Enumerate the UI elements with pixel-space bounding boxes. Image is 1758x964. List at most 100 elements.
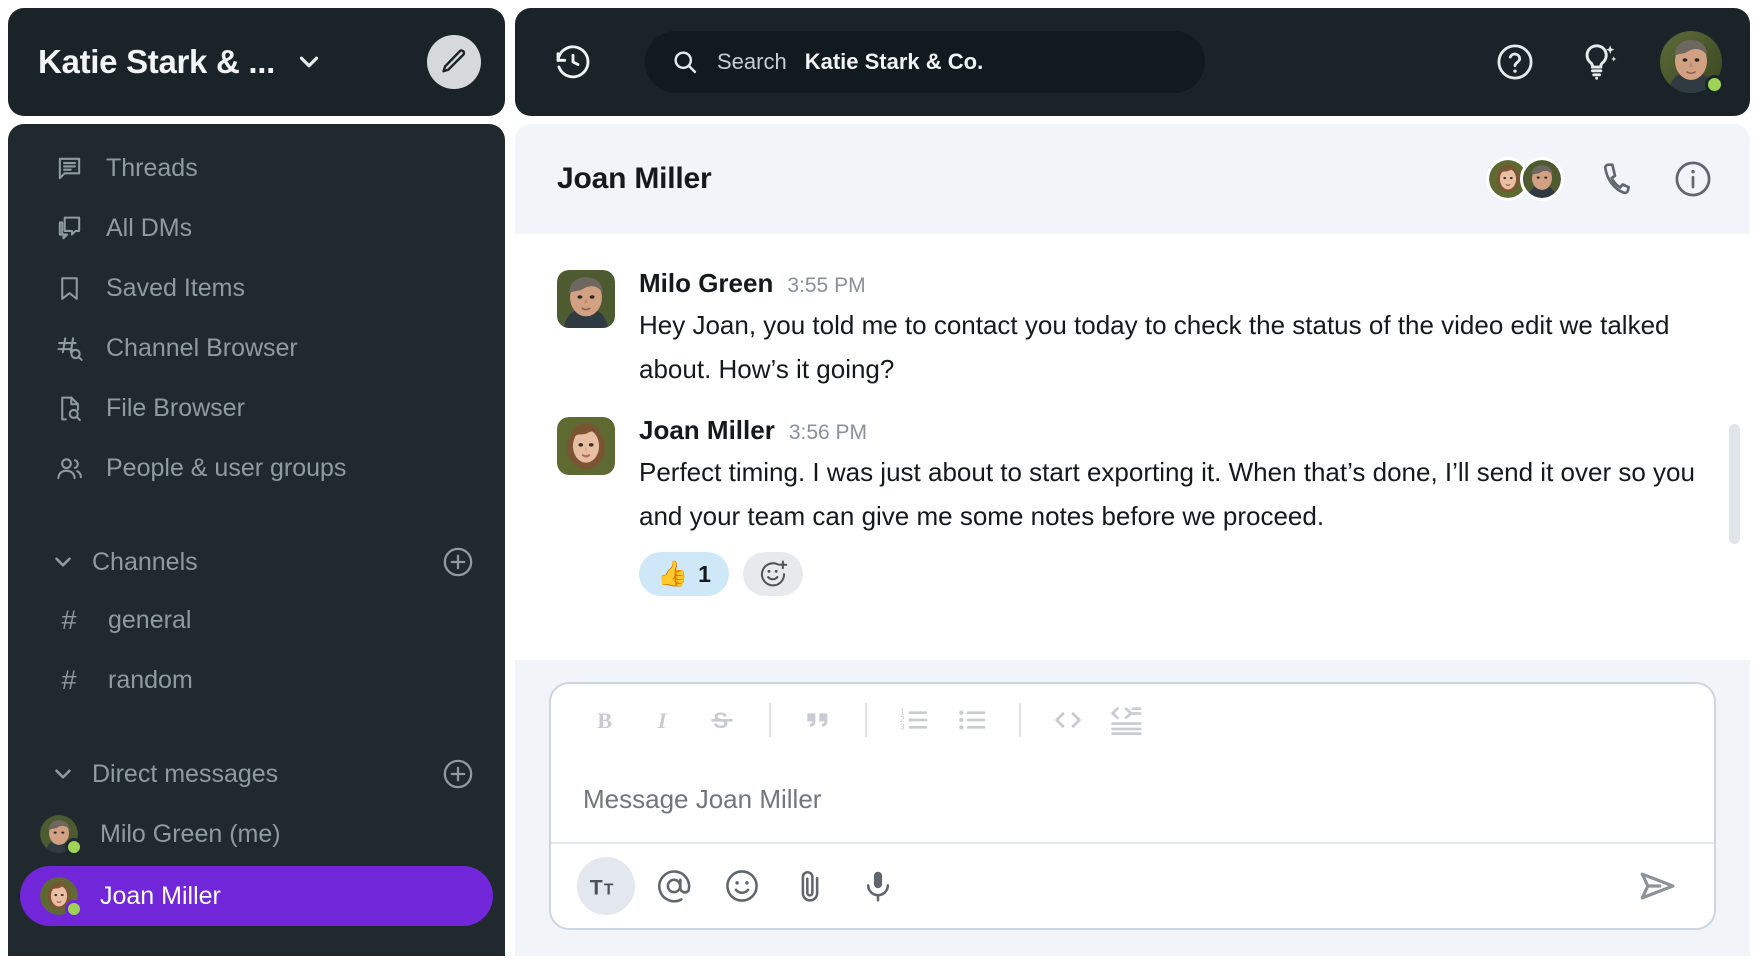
- phone-icon[interactable]: [1598, 159, 1638, 199]
- presence-indicator-online: [65, 900, 83, 918]
- workspace-title: Katie Stark & ...: [38, 43, 275, 80]
- message-meta: Milo Green 3:55 PM: [639, 268, 1714, 299]
- sidebar-item-threads[interactable]: Threads: [8, 138, 505, 198]
- code-block-icon[interactable]: [1099, 693, 1153, 747]
- message-text: Perfect timing. I was just about to star…: [639, 457, 1695, 531]
- direct-messages-section-header[interactable]: Direct messages: [8, 746, 505, 802]
- mention-icon[interactable]: [645, 857, 703, 915]
- svg-text:T: T: [590, 876, 603, 900]
- plus-circle-icon: [443, 759, 473, 789]
- conversation-actions: [1486, 157, 1714, 201]
- add-reaction-button[interactable]: [742, 552, 803, 596]
- reaction-count: 1: [698, 560, 711, 587]
- member-avatars[interactable]: [1486, 157, 1564, 201]
- microphone-icon[interactable]: [849, 857, 907, 915]
- joan-miller-avatar[interactable]: [557, 417, 615, 475]
- sidebar-channel-random[interactable]: # random: [8, 650, 505, 710]
- bold-icon[interactable]: B: [579, 693, 633, 747]
- thumbsup-icon: 👍: [657, 559, 689, 588]
- svg-text:T: T: [604, 882, 614, 899]
- chevron-down-icon[interactable]: [50, 549, 76, 575]
- pencil-icon: [442, 49, 466, 73]
- message-item: Joan Miller 3:56 PM Perfect timing. I wa…: [557, 405, 1714, 610]
- all-dms-icon: [54, 213, 84, 243]
- message-input-placeholder: Message Joan Miller: [583, 783, 822, 814]
- italic-icon[interactable]: I: [637, 693, 691, 747]
- slack-app-window: Katie Stark & ... Search Katie Stark & C…: [0, 0, 1758, 964]
- sidebar-dm-milo-green[interactable]: Milo Green (me): [20, 804, 493, 864]
- search-input[interactable]: Search Katie Stark & Co.: [645, 31, 1205, 93]
- main-panel: Joan Miller Milo Green 3:55 PM Hey Joan,…: [515, 124, 1750, 956]
- lightbulb-sparkle-icon[interactable]: [1576, 40, 1620, 84]
- emoji-icon[interactable]: [713, 857, 771, 915]
- sidebar-item-all-dms[interactable]: All DMs: [8, 198, 505, 258]
- avatar: [40, 877, 83, 918]
- sidebar-item-label: Saved Items: [106, 273, 245, 302]
- info-circle-icon[interactable]: [1672, 158, 1714, 200]
- strikethrough-icon[interactable]: S: [695, 693, 749, 747]
- body-row: Threads All DMs Saved Items Channel Brow…: [0, 124, 1758, 964]
- sidebar-item-label: Channel Browser: [106, 333, 298, 362]
- compose-button[interactable]: [427, 35, 481, 89]
- add-reaction-icon: [760, 560, 788, 587]
- message-author[interactable]: Milo Green: [639, 268, 773, 299]
- presence-indicator-online: [65, 838, 83, 856]
- thumbsup-reaction[interactable]: 👍 1: [639, 552, 729, 596]
- code-icon[interactable]: [1041, 693, 1095, 747]
- question-circle-icon[interactable]: [1494, 41, 1536, 83]
- message-input[interactable]: Message Joan Miller: [551, 756, 1714, 842]
- add-channel-button[interactable]: [441, 545, 475, 579]
- search-placeholder: Search: [717, 49, 787, 74]
- search-scope-label: Katie Stark & Co.: [804, 49, 984, 74]
- threads-icon: [54, 153, 84, 183]
- dm-name: Milo Green (me): [100, 819, 281, 848]
- message-body: Milo Green 3:55 PM Hey Joan, you told me…: [639, 268, 1714, 391]
- conversation-header: Joan Miller: [515, 124, 1750, 234]
- message-reactions: 👍 1: [639, 552, 1714, 596]
- bookmark-icon: [54, 273, 84, 303]
- direct-messages-section-label: Direct messages: [92, 759, 279, 788]
- channel-search-icon: [54, 333, 84, 363]
- hash-icon: #: [61, 604, 77, 635]
- sidebar-item-saved-items[interactable]: Saved Items: [8, 258, 505, 318]
- blockquote-icon[interactable]: [791, 693, 845, 747]
- attachment-icon[interactable]: [781, 857, 839, 915]
- user-avatar[interactable]: [1660, 31, 1724, 94]
- message-composer: B I S 123 Message Joan Miller T T: [549, 682, 1716, 930]
- message-scrollbar[interactable]: [1729, 424, 1740, 544]
- milo-green-avatar[interactable]: [557, 270, 615, 328]
- bullet-list-icon[interactable]: [945, 693, 999, 747]
- message-timestamp: 3:55 PM: [787, 274, 866, 297]
- composer-zone: B I S 123 Message Joan Miller T T: [515, 660, 1750, 956]
- dm-name: Joan Miller: [100, 881, 221, 910]
- send-button[interactable]: [1628, 857, 1688, 915]
- search-icon: [674, 51, 697, 74]
- sidebar-channel-general[interactable]: # general: [8, 590, 505, 650]
- message-meta: Joan Miller 3:56 PM: [639, 415, 1714, 446]
- chevron-down-icon[interactable]: [50, 761, 76, 787]
- format-text-icon[interactable]: TT: [577, 857, 635, 915]
- sidebar-item-label: Threads: [106, 153, 198, 182]
- sidebar-item-channel-browser[interactable]: Channel Browser: [8, 318, 505, 378]
- channels-section-label: Channels: [92, 547, 198, 576]
- ordered-list-icon[interactable]: 123: [887, 693, 941, 747]
- channels-section-header[interactable]: Channels: [8, 534, 505, 590]
- sidebar-item-file-browser[interactable]: File Browser: [8, 378, 505, 438]
- divider: [1019, 703, 1021, 737]
- plus-circle-icon: [443, 547, 473, 577]
- svg-text:B: B: [597, 708, 612, 733]
- composer-action-bar: TT: [551, 842, 1714, 928]
- channel-name: random: [108, 665, 193, 694]
- history-clock-icon[interactable]: [549, 38, 597, 86]
- sidebar-item-label: File Browser: [106, 393, 245, 422]
- sidebar-item-people-user-groups[interactable]: People & user groups: [8, 438, 505, 498]
- sidebar-dm-joan-miller[interactable]: Joan Miller: [20, 866, 493, 926]
- conversation-title: Joan Miller: [557, 162, 712, 195]
- chevron-down-icon[interactable]: [293, 46, 325, 78]
- message-author[interactable]: Joan Miller: [639, 415, 775, 446]
- milo-green-avatar: [1520, 157, 1564, 201]
- workspace-header[interactable]: Katie Stark & ...: [8, 8, 505, 116]
- new-dm-button[interactable]: [441, 757, 475, 791]
